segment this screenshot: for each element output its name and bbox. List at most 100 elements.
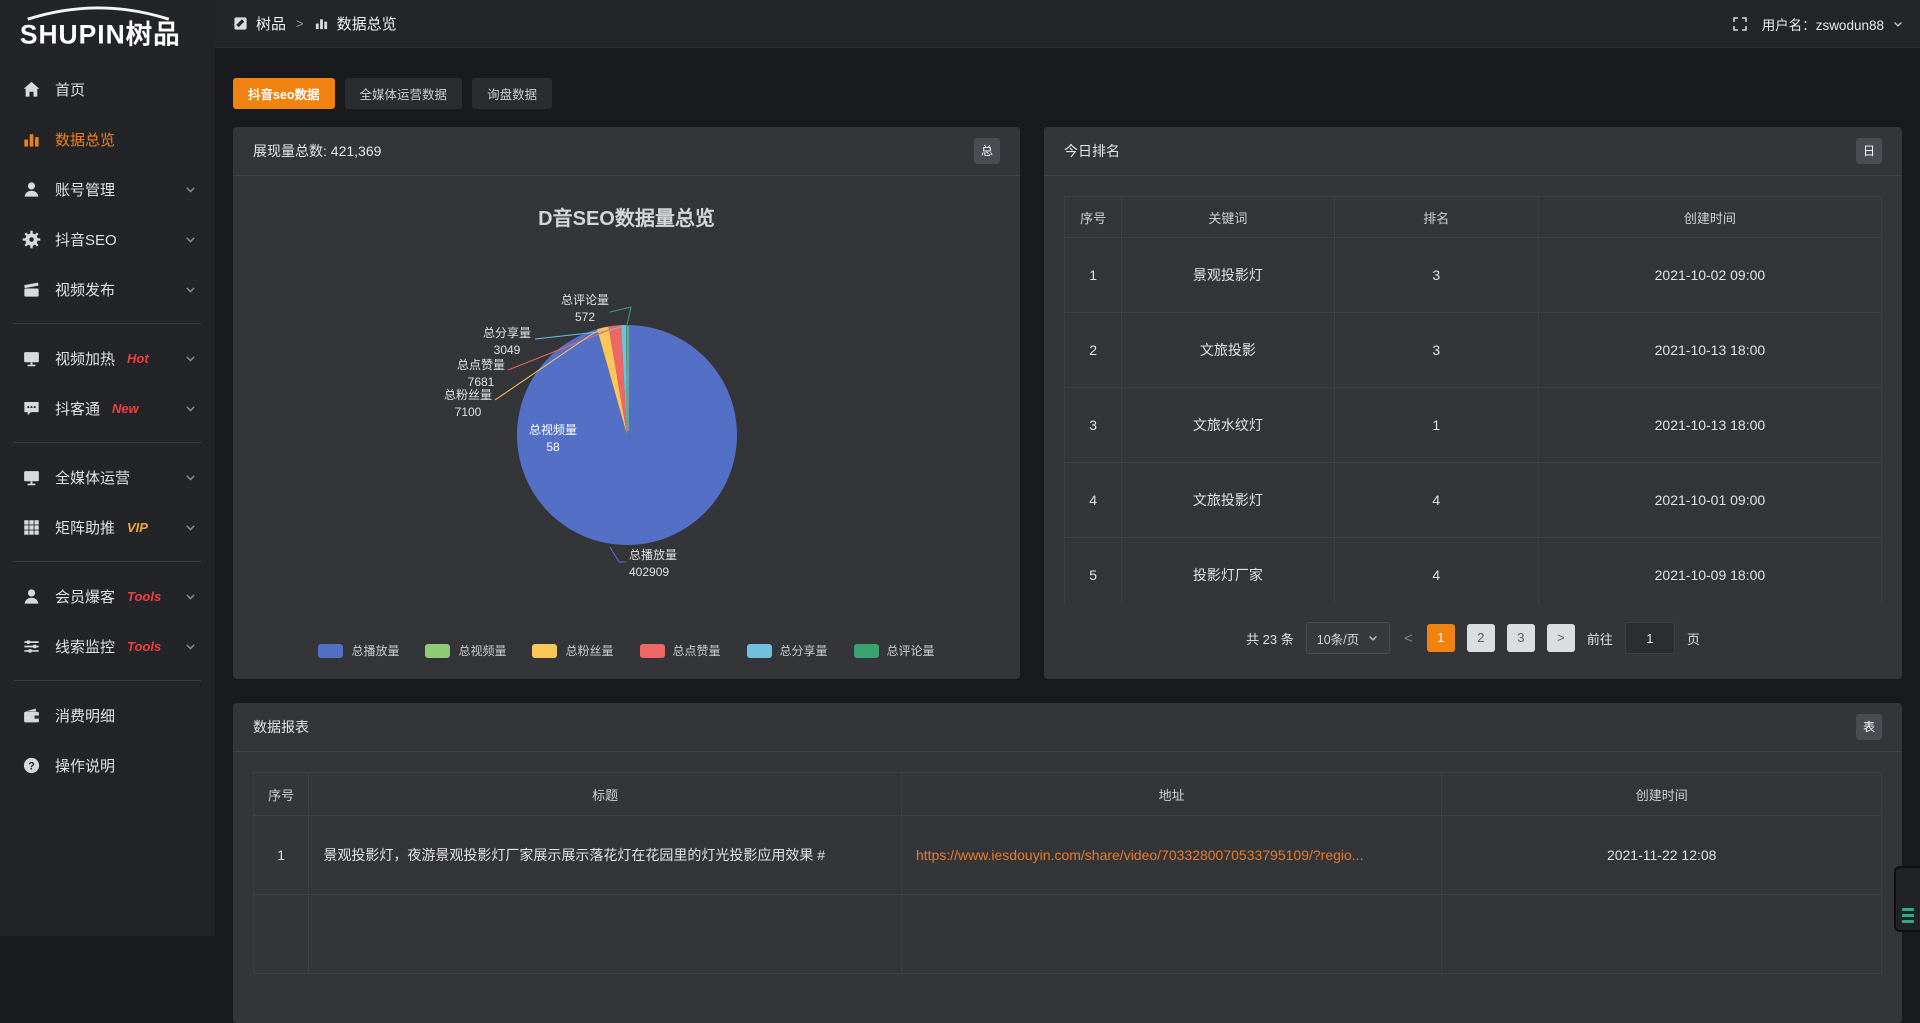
chevron-down-icon (184, 183, 197, 196)
sidebar-item-label: 线索监控 (55, 636, 115, 657)
sidebar-item[interactable]: 抖音SEO (0, 214, 215, 264)
legend-item[interactable]: 总分享量 (747, 642, 828, 659)
sidebar-item[interactable]: 数据总览 (0, 114, 215, 164)
wallet-icon (22, 706, 41, 725)
pie-label-likes: 总点赞量7681 (457, 357, 505, 391)
fullscreen-icon[interactable] (1732, 16, 1748, 32)
chevron-down-icon (184, 283, 197, 296)
sidebar-item-label: 矩阵助推 (55, 517, 115, 538)
page-number-button[interactable]: 3 (1507, 624, 1535, 652)
legend-swatch (640, 644, 665, 658)
legend-swatch (747, 644, 772, 658)
sidebar-item[interactable]: 抖客通New (0, 383, 215, 433)
legend-item[interactable]: 总点赞量 (640, 642, 721, 659)
sidebar-item-label: 视频发布 (55, 279, 115, 300)
page-size-label: 10条/页 (1317, 629, 1359, 648)
sidebar-item[interactable]: 矩阵助推VIP (0, 502, 215, 552)
sidebar-item[interactable]: 线索监控Tools (0, 621, 215, 671)
page-number-button[interactable]: 1 (1427, 624, 1455, 652)
column-header: 关键词 (1122, 197, 1334, 238)
member-icon (22, 587, 41, 606)
chevron-down-icon (184, 590, 197, 603)
sidebar-item-label: 抖客通 (55, 398, 100, 419)
chevron-down-icon (184, 352, 197, 365)
home-icon (22, 80, 41, 99)
monitor-icon (22, 468, 41, 487)
page-size-select[interactable]: 10条/页 (1306, 622, 1390, 654)
label-line-plays (610, 547, 626, 562)
table-row: 1景观投影灯32021-10-02 09:00 (1065, 238, 1882, 313)
goto-page-input[interactable] (1625, 622, 1675, 654)
legend-item[interactable]: 总粉丝量 (532, 642, 613, 659)
chevron-down-icon[interactable] (1892, 18, 1904, 30)
sidebar-item[interactable]: 会员爆客Tools (0, 571, 215, 621)
tab-bar: 抖音seo数据全媒体运营数据询盘数据 (233, 78, 1902, 109)
sidebar-divider (14, 442, 201, 443)
chevron-down-icon (184, 640, 197, 653)
chart-legend: 总播放量 总视频量 总粉丝量 总点赞量 总分享量 总评论量 (233, 642, 1020, 659)
prev-page-button[interactable]: < (1402, 630, 1415, 647)
sidebar-item[interactable]: 全媒体运营 (0, 452, 215, 502)
legend-item[interactable]: 总评论量 (854, 642, 935, 659)
sidebar-item[interactable]: 账号管理 (0, 164, 215, 214)
pie-chart: D音SEO数据量总览 总评论量572 (233, 176, 1020, 679)
legend-item[interactable]: 总播放量 (318, 642, 399, 659)
rank-table: 序号关键词排名创建时间1景观投影灯32021-10-02 09:002文旅投影3… (1064, 196, 1882, 604)
legend-swatch (318, 644, 343, 658)
legend-swatch (854, 644, 879, 658)
cell: 2021-10-13 18:00 (1538, 313, 1881, 388)
sidebar-item-label: 消费明细 (55, 705, 115, 726)
video-url-link[interactable]: https://www.iesdouyin.com/share/video/70… (916, 847, 1364, 863)
breadcrumb-root[interactable]: 树品 (256, 13, 286, 34)
legend-label: 总点赞量 (673, 642, 721, 659)
impressions-total-label: 展现量总数: (253, 143, 327, 159)
tab-2[interactable]: 全媒体运营数据 (345, 78, 463, 109)
cell (901, 895, 1441, 974)
cell: 3 (1334, 238, 1538, 313)
sidebar-divider (14, 561, 201, 562)
sidebar-item[interactable]: 视频加热Hot (0, 333, 215, 383)
sidebar-item[interactable]: 视频发布 (0, 264, 215, 314)
table-row-partial (254, 895, 1882, 974)
cell: 1 (254, 816, 309, 895)
daily-view-button[interactable]: 日 (1856, 138, 1882, 164)
sidebar-item[interactable]: 消费明细 (0, 690, 215, 740)
tab-3[interactable]: 询盘数据 (472, 78, 552, 109)
cell: 4 (1065, 463, 1122, 538)
chevron-down-icon (184, 471, 197, 484)
sidebar-item-label: 首页 (55, 79, 85, 100)
table-view-button[interactable]: 表 (1856, 714, 1882, 740)
legend-label: 总视频量 (458, 642, 506, 659)
legend-label: 总粉丝量 (565, 642, 613, 659)
chevron-down-icon (184, 402, 197, 415)
sidebar: SHUPIN树品 首页数据总览账号管理抖音SEO 视频发布视频加热Hot抖客通Ne… (0, 0, 215, 936)
video-icon (22, 280, 41, 299)
main-content: 抖音seo数据全媒体运营数据询盘数据 展现量总数: 421,369 总 D音SE… (215, 48, 1920, 936)
logo[interactable]: SHUPIN树品 (0, 0, 215, 58)
cell: 文旅投影 (1122, 313, 1334, 388)
cell: 2021-10-01 09:00 (1538, 463, 1881, 538)
sidebar-item-label: 会员爆客 (55, 586, 115, 607)
legend-label: 总分享量 (780, 642, 828, 659)
chevron-down-icon (184, 521, 197, 534)
heat-icon (22, 349, 41, 368)
topbar-right: 用户名：zswodun88 (1732, 14, 1904, 34)
sidebar-item[interactable]: ? 操作说明 (0, 740, 215, 790)
legend-item[interactable]: 总视频量 (425, 642, 506, 659)
cell (309, 895, 902, 974)
sidebar-item[interactable]: 首页 (0, 64, 215, 114)
column-header: 地址 (901, 773, 1441, 816)
tab-1[interactable]: 抖音seo数据 (233, 78, 335, 109)
next-page-button[interactable]: > (1547, 624, 1575, 652)
cell: 3 (1065, 388, 1122, 463)
sidebar-item-label: 操作说明 (55, 755, 115, 776)
topbar: 树品 > 数据总览 用户名：zswodun88 (215, 0, 1920, 48)
help-icon: ? (22, 756, 41, 775)
cell: 1 (1334, 388, 1538, 463)
breadcrumb-current[interactable]: 数据总览 (337, 13, 397, 34)
username[interactable]: 用户名：zswodun88 (1762, 14, 1884, 34)
floating-widget[interactable] (1894, 866, 1920, 932)
page-number-button[interactable]: 2 (1467, 624, 1495, 652)
total-view-button[interactable]: 总 (974, 138, 1000, 164)
sidebar-item-label: 数据总览 (55, 129, 115, 150)
